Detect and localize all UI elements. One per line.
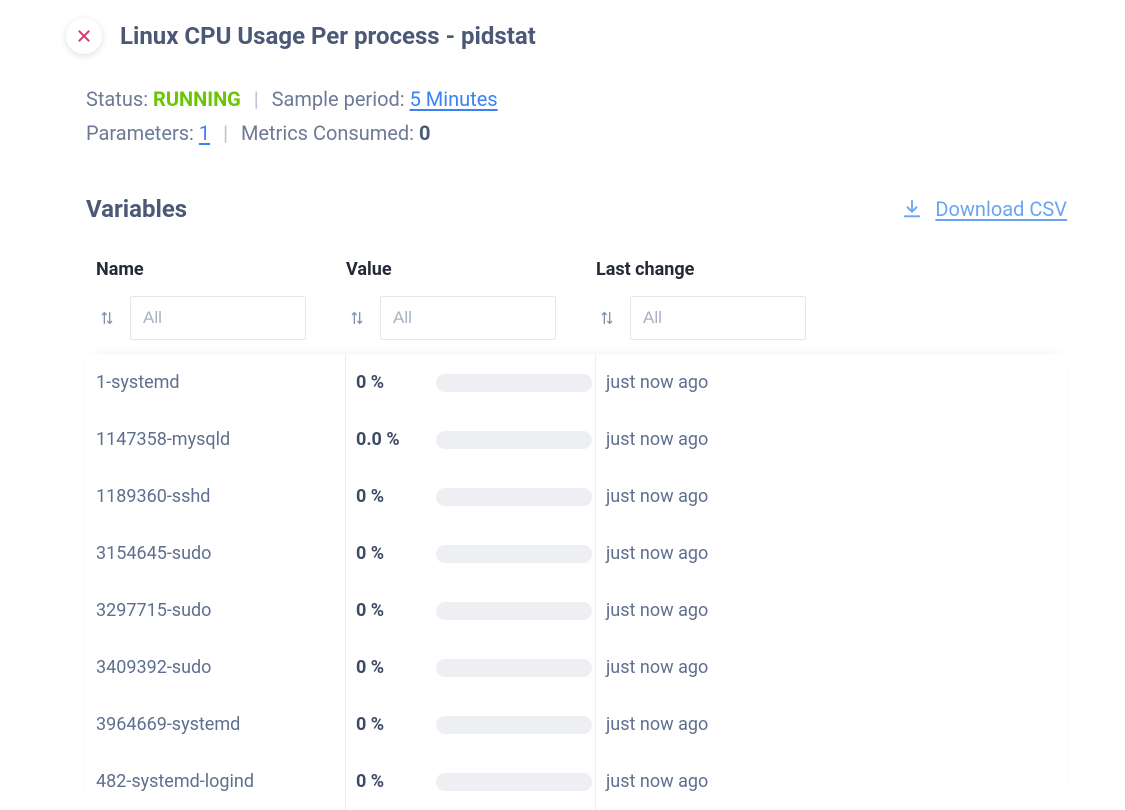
table-row: 1147358-mysqld 0.0 % just now ago: [86, 411, 1067, 468]
cell-last-change: just now ago: [596, 486, 1057, 507]
filter-last-input[interactable]: [630, 296, 806, 340]
sort-icon: [349, 309, 365, 327]
value-bar: [436, 374, 592, 392]
value-bar: [436, 545, 592, 563]
cell-value: 0 %: [346, 468, 596, 525]
status-label: Status:: [86, 87, 153, 111]
sample-period-link[interactable]: 5 Minutes: [410, 87, 498, 111]
value-bar: [436, 602, 592, 620]
cell-last-change: just now ago: [596, 714, 1057, 735]
cell-name: 3409392-sudo: [96, 639, 346, 696]
status-value: RUNNING: [153, 87, 241, 111]
cell-last-change: just now ago: [596, 429, 1057, 450]
sort-icon: [99, 309, 115, 327]
col-header-name: Name: [96, 259, 346, 280]
table-row: 3964669-systemd 0 % just now ago: [86, 696, 1067, 753]
value-bar: [436, 773, 592, 791]
value-bar: [436, 431, 592, 449]
col-header-last-change: Last change: [596, 259, 1057, 280]
value-text: 0 %: [356, 600, 418, 621]
value-text: 0 %: [356, 771, 418, 792]
value-bar: [436, 488, 592, 506]
filter-name-input[interactable]: [130, 296, 306, 340]
table-row: 3154645-sudo 0 % just now ago: [86, 525, 1067, 582]
page-title: Linux CPU Usage Per process - pidstat: [120, 22, 536, 50]
close-button[interactable]: [66, 18, 102, 54]
value-text: 0.0 %: [356, 429, 418, 450]
sort-icon: [599, 309, 615, 327]
divider: |: [254, 87, 259, 111]
cell-last-change: just now ago: [596, 600, 1057, 621]
download-csv-link[interactable]: Download CSV: [901, 197, 1067, 221]
cell-last-change: just now ago: [596, 771, 1057, 792]
cell-name: 1-systemd: [96, 354, 346, 411]
status-panel: Status: RUNNING | Sample period: 5 Minut…: [86, 82, 1067, 150]
cell-value: 0 %: [346, 582, 596, 639]
metrics-value: 0: [419, 121, 430, 145]
value-bar: [436, 716, 592, 734]
value-text: 0 %: [356, 486, 418, 507]
sort-name-button[interactable]: [96, 309, 118, 327]
cell-name: 1147358-mysqld: [96, 411, 346, 468]
cell-value: 0 %: [346, 753, 596, 810]
cell-last-change: just now ago: [596, 543, 1057, 564]
table-row: 482-systemd-logind 0 % just now ago: [86, 753, 1067, 810]
variables-title: Variables: [86, 195, 187, 223]
value-text: 0 %: [356, 543, 418, 564]
cell-name: 1189360-sshd: [96, 468, 346, 525]
value-text: 0 %: [356, 714, 418, 735]
table-row: 3297715-sudo 0 % just now ago: [86, 582, 1067, 639]
cell-name: 482-systemd-logind: [96, 753, 346, 810]
parameters-label: Parameters:: [86, 121, 199, 145]
cell-last-change: just now ago: [596, 657, 1057, 678]
cell-name: 3154645-sudo: [96, 525, 346, 582]
cell-value: 0 %: [346, 525, 596, 582]
table-row: 1189360-sshd 0 % just now ago: [86, 468, 1067, 525]
cell-name: 3297715-sudo: [96, 582, 346, 639]
value-text: 0 %: [356, 657, 418, 678]
value-bar: [436, 659, 592, 677]
cell-value: 0.0 %: [346, 411, 596, 468]
cell-last-change: just now ago: [596, 372, 1057, 393]
cell-value: 0 %: [346, 639, 596, 696]
download-icon: [901, 198, 923, 220]
filter-value-input[interactable]: [380, 296, 556, 340]
sample-period-label: Sample period:: [272, 87, 410, 111]
col-header-value: Value: [346, 259, 596, 280]
table-row: 3409392-sudo 0 % just now ago: [86, 639, 1067, 696]
variables-table: Name Value Last change: [86, 259, 1067, 810]
cell-value: 0 %: [346, 696, 596, 753]
sort-last-button[interactable]: [596, 309, 618, 327]
cell-name: 3964669-systemd: [96, 696, 346, 753]
metrics-label: Metrics Consumed:: [241, 121, 419, 145]
download-csv-label: Download CSV: [935, 197, 1067, 221]
divider: |: [223, 121, 228, 145]
table-row: 1-systemd 0 % just now ago: [86, 354, 1067, 411]
value-text: 0 %: [356, 372, 418, 393]
sort-value-button[interactable]: [346, 309, 368, 327]
parameters-link[interactable]: 1: [199, 121, 210, 145]
cell-value: 0 %: [346, 354, 596, 411]
close-icon: [76, 28, 92, 44]
